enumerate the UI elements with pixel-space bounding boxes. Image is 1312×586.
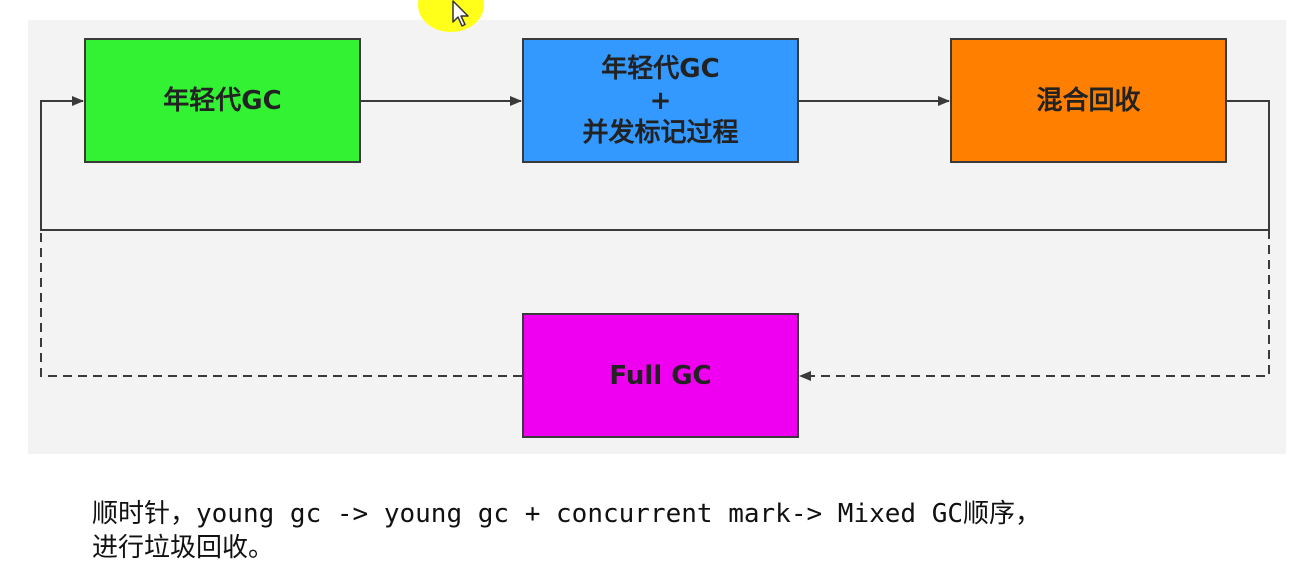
concurrent-node-line-3: 并发标记过程: [582, 117, 739, 148]
dashed-from-full-gc: [40, 230, 522, 377]
caption-line-2: 进行垃圾回收。: [92, 533, 275, 563]
mixed-gc-label: 混合回收: [1036, 85, 1141, 116]
young-gc-label: 年轻代GC: [163, 85, 282, 116]
concurrent-node-line-2: +: [649, 85, 672, 116]
concurrent-node-line-1: 年轻代GC: [601, 53, 720, 84]
full-gc-node: Full GC: [522, 313, 799, 438]
caption: 顺时针，young gc -> young gc + concurrent ma…: [92, 497, 1292, 565]
caption-line-1: 顺时针，young gc -> young gc + concurrent ma…: [92, 499, 1042, 529]
full-gc-label: Full GC: [609, 360, 712, 391]
mixed-gc-node: 混合回收: [950, 38, 1227, 163]
young-gc-node: 年轻代GC: [84, 38, 361, 163]
mouse-pointer-icon: [452, 0, 469, 27]
dashed-to-full-gc: [799, 230, 1270, 381]
young-gc-concurrent-mark-node: 年轻代GC + 并发标记过程: [522, 38, 799, 163]
